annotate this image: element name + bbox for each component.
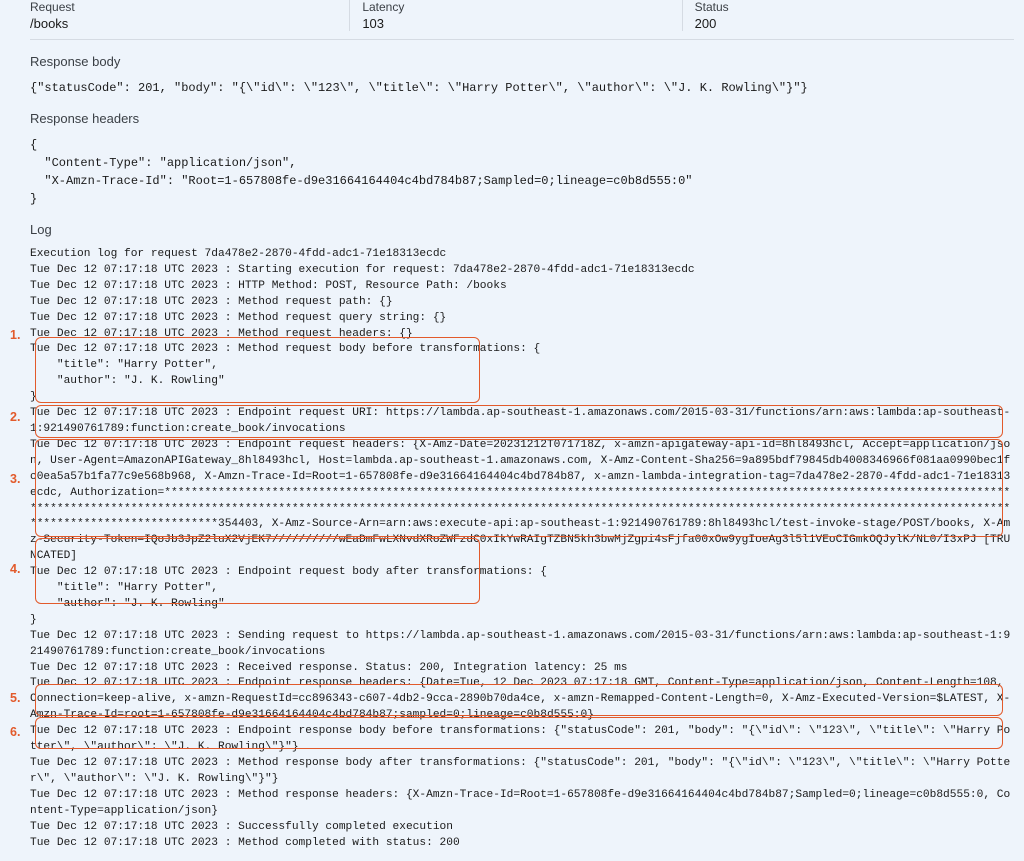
response-headers-title: Response headers	[30, 111, 1014, 126]
annotation-number-1: 1.	[10, 328, 20, 342]
request-value: /books	[30, 16, 349, 31]
annotation-number-5: 5.	[10, 691, 20, 705]
latency-label: Latency	[362, 0, 681, 14]
status-label: Status	[695, 0, 1014, 14]
annotation-number-4: 4.	[10, 562, 20, 576]
response-headers-content[interactable]: { "Content-Type": "application/json", "X…	[30, 136, 1014, 208]
latency-value: 103	[362, 16, 681, 31]
log-content[interactable]: Execution log for request 7da478e2-2870-…	[30, 247, 1014, 851]
latency-col: Latency 103	[349, 0, 681, 31]
request-label: Request	[30, 0, 349, 14]
status-value: 200	[695, 16, 1014, 31]
annotation-number-6: 6.	[10, 725, 20, 739]
response-body-content[interactable]: {"statusCode": 201, "body": "{\"id\": \"…	[30, 79, 1014, 97]
summary-header: Request /books Latency 103 Status 200	[30, 0, 1014, 40]
log-area: Execution log for request 7da478e2-2870-…	[30, 247, 1014, 851]
annotation-number-2: 2.	[10, 410, 20, 424]
response-body-title: Response body	[30, 54, 1014, 69]
status-col: Status 200	[682, 0, 1014, 31]
annotation-number-3: 3.	[10, 472, 20, 486]
log-title: Log	[30, 222, 1014, 237]
api-test-result-panel: Request /books Latency 103 Status 200 Re…	[0, 0, 1024, 861]
request-col: Request /books	[30, 0, 349, 31]
